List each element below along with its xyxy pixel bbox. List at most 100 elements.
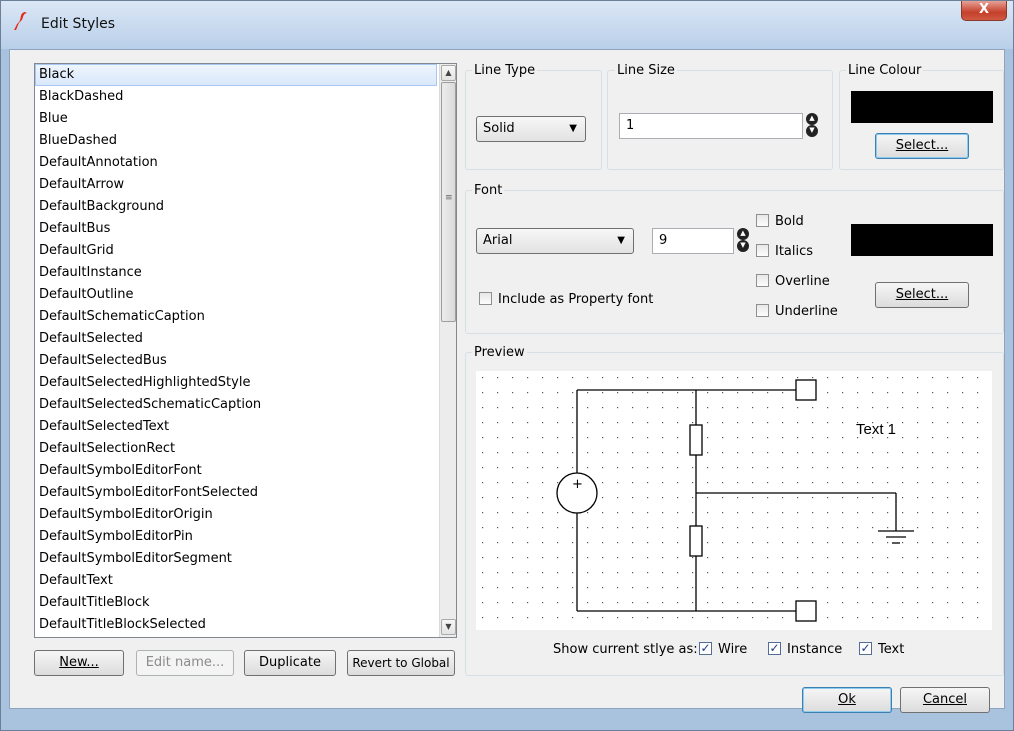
include-property-font-checkbox[interactable]: Include as Property font — [479, 292, 653, 307]
terminal-bottom-icon — [795, 600, 817, 622]
checkbox-icon[interactable] — [756, 214, 769, 227]
show-as-label: Show current stlye as: — [553, 642, 698, 657]
scroll-up-icon[interactable]: ▲ — [441, 65, 456, 81]
font-label: Font — [472, 183, 505, 198]
styles-list-items: Black BlackDashed Blue BlueDashed DefaultAnn… — [35, 64, 437, 636]
bold-checkbox[interactable]: Bold — [756, 214, 804, 229]
checkbox-icon[interactable] — [756, 244, 769, 257]
style-list-item[interactable]: DefaultTitleBlockSelected — [35, 614, 437, 636]
line-size-spinner[interactable]: ▲ ▼ — [806, 113, 818, 137]
line-type-label: Line Type — [472, 63, 538, 78]
style-list-item[interactable]: DefaultSelected — [35, 328, 437, 350]
instance-label: Instance — [787, 642, 843, 657]
close-button[interactable]: X — [961, 1, 1007, 21]
edit-name-button[interactable]: Edit name... — [136, 650, 234, 676]
style-list-item[interactable]: DefaultSymbolEditorOrigin — [35, 504, 437, 526]
styles-list[interactable]: Black BlackDashed Blue BlueDashed DefaultAnn… — [34, 63, 457, 638]
style-list-item[interactable]: BlackDashed — [35, 86, 437, 108]
style-list-item[interactable]: DefaultSchematicCaption — [35, 306, 437, 328]
checkbox-icon[interactable] — [479, 292, 492, 305]
style-list-item[interactable]: BlueDashed — [35, 130, 437, 152]
style-list-item[interactable]: DefaultSelectedBus — [35, 350, 437, 372]
dropdown-arrow-icon: ▼ — [569, 123, 577, 134]
dialog-body: Black BlackDashed Blue BlueDashed DefaultAnn… — [9, 49, 1005, 713]
italics-checkbox[interactable]: Italics — [756, 244, 813, 259]
grid-dots — [476, 371, 992, 630]
duplicate-button[interactable]: Duplicate — [244, 650, 336, 676]
style-list-item[interactable]: Blue — [35, 108, 437, 130]
svg-text:+: + — [572, 477, 583, 492]
style-list-item[interactable]: DefaultSelectedHighlightedStyle — [35, 372, 437, 394]
style-list-item[interactable]: DefaultBus — [35, 218, 437, 240]
font-colour-swatch — [851, 224, 993, 256]
style-list-item[interactable]: DefaultSelectedText — [35, 416, 437, 438]
spin-up-icon[interactable]: ▲ — [737, 228, 749, 240]
font-size-input[interactable]: 9 — [652, 228, 734, 254]
checkbox-icon[interactable] — [756, 274, 769, 287]
instance-checkbox[interactable]: ✓ Instance — [768, 642, 842, 657]
new-button[interactable]: New... — [34, 650, 124, 676]
font-colour-select-button[interactable]: Select... — [875, 282, 969, 308]
text-label: Text — [878, 642, 905, 657]
overline-checkbox[interactable]: Overline — [756, 274, 830, 289]
overline-label: Overline — [775, 274, 830, 289]
line-colour-label: Line Colour — [846, 63, 924, 78]
cancel-button[interactable]: Cancel — [900, 687, 990, 713]
dropdown-arrow-icon: ▼ — [617, 235, 625, 246]
style-list-item[interactable]: Black — [35, 64, 437, 86]
include-property-font-label: Include as Property font — [498, 292, 654, 307]
style-list-item[interactable]: DefaultSymbolEditorSegment — [35, 548, 437, 570]
underline-checkbox[interactable]: Underline — [756, 304, 838, 319]
title-bar[interactable]: Edit Styles X — [1, 1, 1013, 49]
style-list-item[interactable]: DefaultSymbolEditorPin — [35, 526, 437, 548]
line-type-value: Solid — [483, 121, 515, 136]
italics-label: Italics — [775, 244, 814, 259]
revert-to-global-button[interactable]: Revert to Global — [347, 650, 455, 676]
line-type-select[interactable]: Solid ▼ — [476, 116, 586, 142]
scroll-down-icon[interactable]: ▼ — [441, 619, 456, 635]
style-list-item[interactable]: DefaultBackground — [35, 196, 437, 218]
preview-text-label: Text 1 — [856, 421, 896, 438]
schematic-preview: + Text 1 — [476, 371, 992, 630]
style-list-item[interactable]: DefaultGrid — [35, 240, 437, 262]
checkmark-icon[interactable]: ✓ — [768, 642, 781, 655]
wire-label: Wire — [718, 642, 748, 657]
preview-label: Preview — [472, 345, 527, 360]
style-list-item[interactable]: DefaultTitleBlock — [35, 592, 437, 614]
app-logo-icon — [14, 12, 27, 30]
line-size-input[interactable]: 1 — [619, 113, 803, 139]
resistor-top-icon — [689, 424, 703, 456]
font-size-spinner[interactable]: ▲ ▼ — [737, 228, 749, 252]
wire-checkbox[interactable]: ✓ Wire — [699, 642, 747, 657]
style-list-item[interactable]: DefaultInstance — [35, 262, 437, 284]
font-family-value: Arial — [483, 233, 513, 248]
line-colour-select-button[interactable]: Select... — [875, 133, 969, 159]
style-list-item[interactable]: DefaultSelectedSchematicCaption — [35, 394, 437, 416]
ok-button[interactable]: Ok — [802, 687, 892, 713]
edit-styles-window: Edit Styles X Black BlackDashed Blue BlueDa… — [0, 0, 1014, 731]
vertical-scrollbar[interactable]: ▲ ≡ ▼ — [439, 64, 456, 637]
style-list-item[interactable]: DefaultArrow — [35, 174, 437, 196]
checkbox-icon[interactable] — [756, 304, 769, 317]
font-family-select[interactable]: Arial ▼ — [476, 228, 634, 254]
style-list-item[interactable]: DefaultSymbolEditorFontSelected — [35, 482, 437, 504]
text-checkbox[interactable]: ✓ Text — [859, 642, 904, 657]
font-group — [465, 190, 1004, 334]
scrollbar-thumb[interactable]: ≡ — [441, 82, 456, 322]
spin-down-icon[interactable]: ▼ — [806, 125, 818, 137]
style-list-item[interactable]: DefaultSymbolEditorFont — [35, 460, 437, 482]
style-list-item[interactable]: DefaultSelectionRect — [35, 438, 437, 460]
resistor-bottom-icon — [689, 525, 703, 557]
checkmark-icon[interactable]: ✓ — [859, 642, 872, 655]
line-colour-swatch — [851, 91, 993, 123]
grip-icon: ≡ — [445, 193, 453, 203]
style-list-item[interactable]: DefaultOutline — [35, 284, 437, 306]
checkmark-icon[interactable]: ✓ — [699, 642, 712, 655]
bold-label: Bold — [775, 214, 804, 229]
spin-down-icon[interactable]: ▼ — [737, 240, 749, 252]
spin-up-icon[interactable]: ▲ — [806, 113, 818, 125]
preview-canvas: + Text 1 — [476, 371, 992, 630]
style-list-item[interactable]: DefaultText — [35, 570, 437, 592]
style-list-item[interactable]: DefaultAnnotation — [35, 152, 437, 174]
line-size-label: Line Size — [615, 63, 677, 78]
